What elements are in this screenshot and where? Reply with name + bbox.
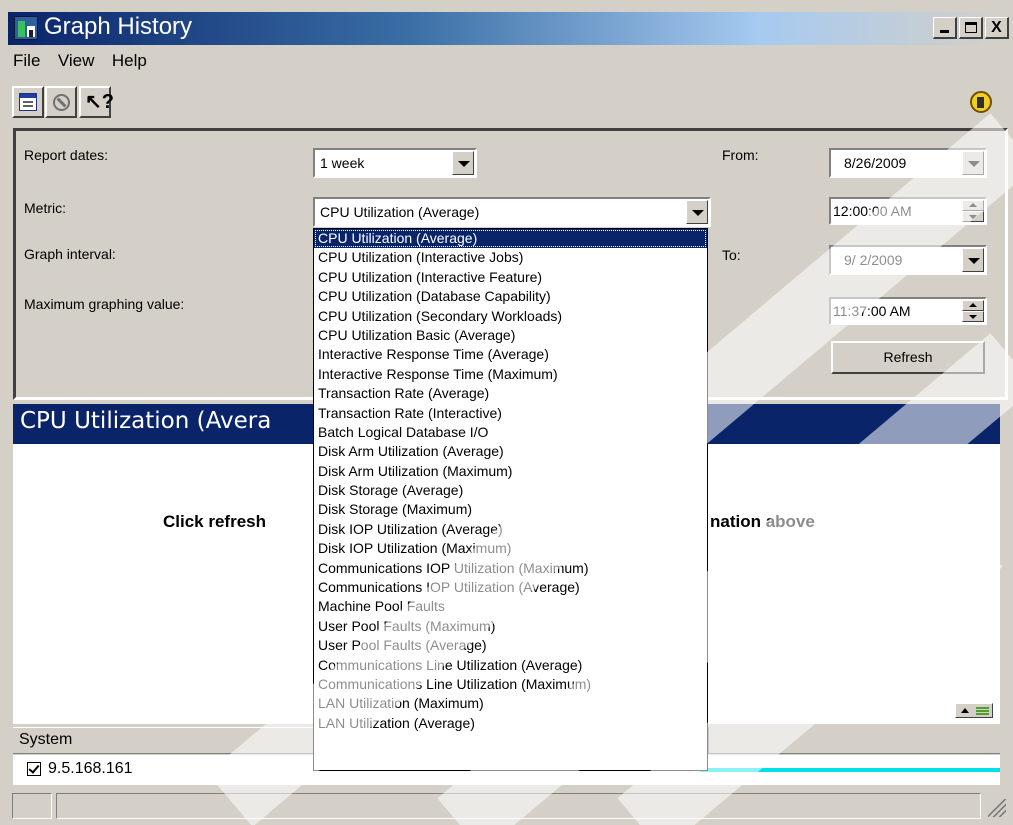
- metric-select[interactable]: CPU Utilization (Average): [313, 197, 711, 227]
- metric-option[interactable]: Communications Line Utilization (Average…: [314, 656, 707, 675]
- metric-option[interactable]: CPU Utilization Basic (Average): [314, 326, 707, 345]
- close-button[interactable]: X: [985, 17, 1009, 39]
- maximize-button[interactable]: [959, 17, 983, 39]
- metric-option[interactable]: CPU Utilization (Secondary Workloads): [314, 307, 707, 326]
- metric-option[interactable]: LAN Utilization (Maximum): [314, 694, 707, 713]
- metric-option[interactable]: Disk IOP Utilization (Average): [314, 520, 707, 539]
- chevron-down-icon[interactable]: [962, 248, 984, 272]
- menu-file[interactable]: File: [13, 51, 40, 70]
- to-label: To:: [722, 247, 741, 263]
- metric-option[interactable]: CPU Utilization (Interactive Jobs): [314, 248, 707, 267]
- to-time-spinner[interactable]: 11:37:00 AM: [829, 297, 987, 325]
- status-message-cell: [56, 793, 981, 819]
- metric-option[interactable]: Communications IOP Utilization (Average): [314, 578, 707, 597]
- refresh-button[interactable]: Refresh: [831, 341, 985, 374]
- report-dates-select[interactable]: 1 week: [313, 148, 477, 178]
- menu-view[interactable]: View: [58, 51, 95, 70]
- metric-option[interactable]: Disk Arm Utilization (Maximum): [314, 462, 707, 481]
- metric-option[interactable]: Disk Storage (Maximum): [314, 500, 707, 519]
- metric-label: Metric:: [24, 200, 66, 216]
- metric-option[interactable]: CPU Utilization (Database Capability): [314, 287, 707, 306]
- chevron-down-icon[interactable]: [452, 151, 474, 175]
- maximize-icon: [965, 22, 977, 33]
- system-name: 9.5.168.161: [48, 760, 133, 777]
- metric-option[interactable]: LAN Utilization (Average): [314, 714, 707, 733]
- chevron-down-icon[interactable]: [686, 200, 708, 224]
- menu-bar: File View Help: [13, 51, 160, 75]
- minimize-button[interactable]: [933, 17, 957, 39]
- metric-option[interactable]: Transaction Rate (Interactive): [314, 404, 707, 423]
- spin-down-icon[interactable]: [962, 311, 984, 322]
- metric-option[interactable]: Communications Line Utilization (Maximum…: [314, 675, 707, 694]
- stop-button[interactable]: [45, 86, 77, 118]
- report-dates-label: Report dates:: [24, 147, 109, 163]
- metric-option[interactable]: Communications IOP Utilization (Maximum): [314, 559, 707, 578]
- chevron-down-icon[interactable]: [962, 151, 984, 175]
- properties-button[interactable]: [12, 86, 44, 118]
- system-checkbox[interactable]: [27, 762, 41, 776]
- system-column-header: System: [19, 731, 73, 748]
- metric-dropdown-list[interactable]: CPU Utilization (Average) CPU Utilization…: [313, 228, 708, 771]
- title-bar[interactable]: Graph History X: [8, 12, 1009, 45]
- metric-option[interactable]: Batch Logical Database I/O: [314, 423, 707, 442]
- metric-option[interactable]: Disk Storage (Average): [314, 481, 707, 500]
- graph-message-left: Click refresh: [163, 512, 266, 531]
- metric-option[interactable]: CPU Utilization (Interactive Feature): [314, 268, 707, 287]
- metric-option[interactable]: User Pool Faults (Maximum): [314, 617, 707, 636]
- whats-this-help-icon: ↖?: [85, 91, 114, 113]
- system-list-header-column[interactable]: [708, 727, 1000, 754]
- properties-icon: [19, 93, 37, 111]
- graph-history-window: Graph History X File View Help ↖? Report…: [0, 0, 1013, 825]
- metric-option[interactable]: Machine Pool Faults: [314, 597, 707, 616]
- from-label: From:: [722, 147, 759, 163]
- status-bar: [10, 791, 1010, 821]
- metric-option[interactable]: Disk IOP Utilization (Maximum): [314, 539, 707, 558]
- minimize-icon: [940, 30, 949, 33]
- to-date-picker[interactable]: 9/ 2/2009: [829, 245, 987, 275]
- spin-down-icon[interactable]: [962, 211, 984, 222]
- status-cell: [12, 793, 52, 819]
- metric-option[interactable]: Interactive Response Time (Maximum): [314, 365, 707, 384]
- metric-option[interactable]: CPU Utilization (Average): [314, 229, 707, 249]
- whats-this-help-button[interactable]: ↖?: [79, 86, 114, 118]
- spin-up-icon[interactable]: [962, 300, 984, 311]
- status-indicator-icon: [970, 91, 992, 113]
- stop-icon: [53, 94, 70, 111]
- metric-option[interactable]: Interactive Response Time (Average): [314, 345, 707, 364]
- expand-panel-icon[interactable]: [955, 703, 993, 718]
- metric-option[interactable]: User Pool Faults (Average): [314, 636, 707, 655]
- metric-option[interactable]: Transaction Rate (Average): [314, 384, 707, 403]
- system-series-line: [700, 768, 1000, 772]
- graph-title: CPU Utilization (Avera: [20, 408, 272, 434]
- graph-app-icon: [14, 16, 38, 40]
- graph-message-right: nation above: [710, 512, 815, 531]
- window-title: Graph History: [44, 13, 193, 40]
- maximum-graphing-value-label: Maximum graphing value:: [24, 296, 185, 312]
- from-date-picker[interactable]: 8/26/2009: [829, 148, 987, 178]
- from-time-spinner[interactable]: 12:00:00 AM: [829, 197, 987, 225]
- spin-up-icon[interactable]: [962, 200, 984, 211]
- graph-interval-label: Graph interval:: [24, 246, 116, 262]
- metric-option[interactable]: Disk Arm Utilization (Average): [314, 442, 707, 461]
- resize-grip-icon[interactable]: [988, 799, 1006, 817]
- menu-help[interactable]: Help: [112, 51, 147, 70]
